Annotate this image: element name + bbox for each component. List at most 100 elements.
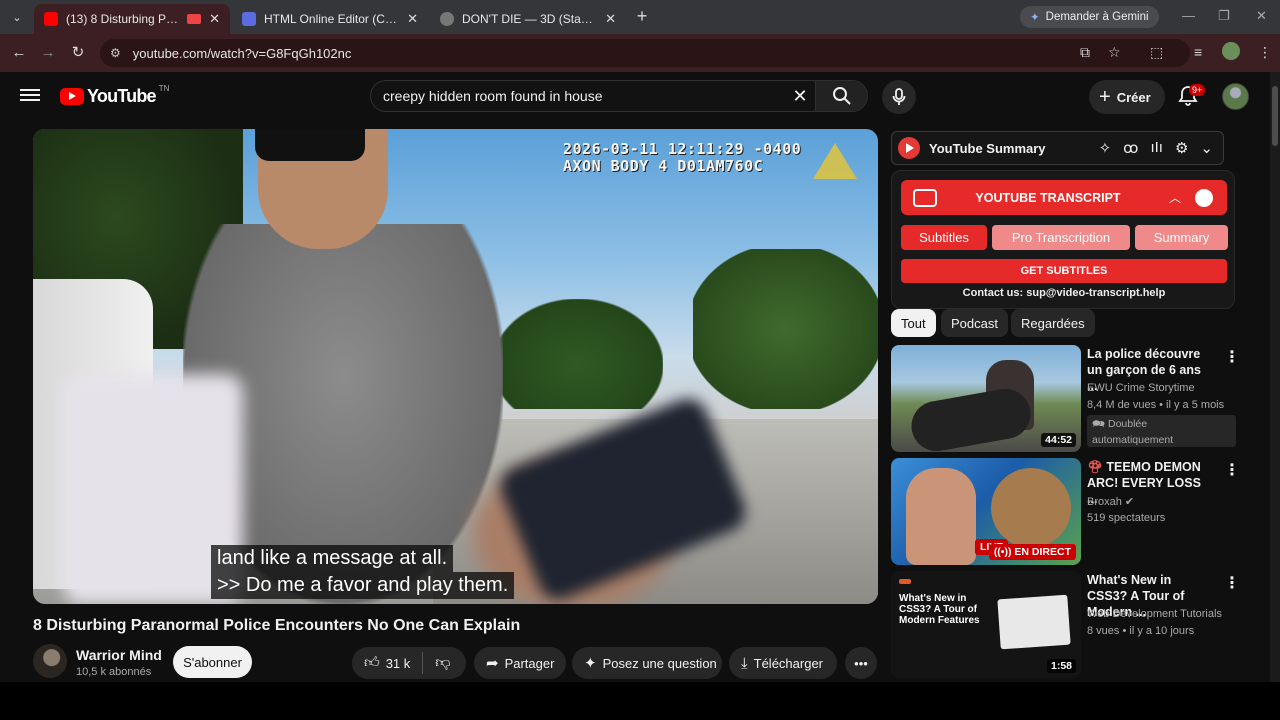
url-field[interactable]: ⚙ youtube.com/watch?v=G8FqGh102nc bbox=[100, 39, 1190, 67]
transcript-title: YOUTUBE TRANSCRIPT bbox=[975, 190, 1121, 205]
video-thumbnail[interactable]: LIVE ((•)) EN DIRECT bbox=[891, 458, 1081, 565]
thumbnail-streamer bbox=[906, 468, 976, 565]
menu-icon[interactable] bbox=[20, 86, 40, 106]
voice-search-button[interactable] bbox=[882, 80, 916, 114]
share-label: Partager bbox=[504, 655, 555, 671]
transcript-header[interactable]: YOUTUBE TRANSCRIPT ︿ bbox=[901, 180, 1227, 215]
like-count[interactable]: 31 k bbox=[386, 656, 411, 671]
download-button[interactable]: ⤓ Télécharger bbox=[729, 647, 837, 679]
video-menu-icon[interactable]: ⋮ bbox=[1224, 460, 1240, 480]
ai-sparkle-icon[interactable]: ✧ bbox=[1099, 139, 1112, 157]
account-avatar[interactable] bbox=[1222, 83, 1249, 110]
channel-name[interactable]: EWU Crime Storytime bbox=[1087, 382, 1195, 394]
tab-subtitles[interactable]: Subtitles bbox=[901, 225, 987, 250]
live-now-badge: ((•)) EN DIRECT bbox=[988, 544, 1076, 560]
thumbnail-code-card bbox=[997, 594, 1071, 650]
channel-name[interactable]: Broxah ✔ bbox=[1087, 495, 1134, 508]
close-tab-icon[interactable]: ✕ bbox=[605, 11, 616, 27]
more-actions-button[interactable]: ••• bbox=[845, 647, 877, 679]
thumbnail-text: What's New in CSS3? A Tour of Modern Fea… bbox=[899, 593, 980, 626]
youtube-logo[interactable]: YouTube TN bbox=[60, 84, 169, 107]
video-frame-tree bbox=[693, 249, 878, 409]
reload-icon[interactable]: ↻ bbox=[68, 43, 88, 63]
youtube-play-icon bbox=[60, 88, 84, 105]
chip-podcast[interactable]: Podcast bbox=[941, 309, 1008, 337]
maximize-icon[interactable]: ❐ bbox=[1218, 8, 1230, 24]
transcript-panel: YOUTUBE TRANSCRIPT ︿ Subtitles Pro Trans… bbox=[891, 170, 1235, 309]
recommended-video[interactable]: LIVE ((•)) EN DIRECT 🍄︎ TEEMO DEMON ARC!… bbox=[891, 458, 1240, 566]
auto-dubbed-badge: 🗪︎ Doublée automatiquement bbox=[1087, 415, 1236, 447]
divider bbox=[422, 652, 424, 674]
channel-avatar[interactable] bbox=[33, 644, 67, 678]
tab-youtube[interactable]: (13) 8 Disturbing Paranorm ✕ bbox=[34, 4, 230, 34]
create-label: Créer bbox=[1116, 89, 1151, 105]
tab-html-editor[interactable]: HTML Online Editor (Compiler, ✕ bbox=[232, 4, 428, 34]
search-input[interactable] bbox=[371, 88, 785, 104]
get-subtitles-button[interactable]: GET SUBTITLES bbox=[901, 259, 1227, 283]
bookmark-star-icon[interactable]: ☆ bbox=[1108, 44, 1121, 61]
site-info-icon[interactable]: ⚙ bbox=[110, 46, 121, 60]
back-icon[interactable]: ← bbox=[9, 43, 29, 63]
extensions-icon[interactable]: ⬚ bbox=[1150, 44, 1163, 61]
media-control-icon[interactable]: ≡ bbox=[1194, 44, 1202, 60]
thumbnail-gloved-hands bbox=[907, 384, 1035, 452]
tab-dont-die[interactable]: DON'T DIE — 3D (Stage 1) ✕ bbox=[430, 4, 626, 34]
close-window-icon[interactable]: ✕ bbox=[1256, 8, 1267, 24]
dislike-icon[interactable]: 👎︎ bbox=[435, 654, 450, 672]
channel-name[interactable]: Web Development Tutorials bbox=[1087, 608, 1222, 620]
chevron-down-icon[interactable]: ⌄ bbox=[1200, 139, 1213, 157]
audio-wave-icon[interactable]: ıIı bbox=[1150, 139, 1163, 157]
install-app-icon[interactable]: ⧉ bbox=[1080, 44, 1090, 61]
caption-line: >> Do me a favor and play them. bbox=[211, 572, 515, 599]
tab-search-icon[interactable]: ⌄ bbox=[6, 7, 28, 27]
settings-gear-icon[interactable]: ⚙ bbox=[1175, 139, 1188, 157]
bottom-bar bbox=[0, 682, 1280, 720]
video-thumbnail[interactable]: 44:52 bbox=[891, 345, 1081, 452]
like-icon[interactable]: 👍︎ bbox=[364, 654, 380, 672]
download-label: Télécharger bbox=[753, 655, 824, 671]
youtube-favicon-icon bbox=[44, 12, 58, 26]
video-menu-icon[interactable]: ⋮ bbox=[1224, 573, 1240, 593]
video-thumbnail[interactable]: What's New in CSS3? A Tour of Modern Fea… bbox=[891, 571, 1081, 678]
axon-logo-icon bbox=[813, 143, 857, 179]
tab-summary[interactable]: Summary bbox=[1135, 225, 1228, 250]
channel-name[interactable]: Warrior Mind bbox=[76, 647, 162, 663]
chip-tout[interactable]: Tout bbox=[891, 309, 936, 337]
ask-question-button[interactable]: ✦ Posez une question bbox=[572, 647, 722, 679]
globe-favicon-icon bbox=[440, 12, 454, 26]
chevron-up-icon[interactable]: ︿ bbox=[1169, 189, 1181, 206]
ask-gemini-button[interactable]: ✦ Demander à Gemini bbox=[1020, 6, 1159, 28]
bodycam-overlay: 2026-03-11 12:11:29 -0400 AXON BODY 4 D0… bbox=[563, 141, 801, 175]
video-menu-icon[interactable]: ⋮ bbox=[1224, 347, 1240, 367]
search-button[interactable] bbox=[815, 81, 867, 111]
profile-avatar[interactable] bbox=[1222, 42, 1240, 60]
video-captions: land like a message at all. >> Do me a f… bbox=[211, 545, 515, 599]
recommended-video[interactable]: 44:52 La police découvre un garçon de 6 … bbox=[891, 345, 1240, 453]
dubbed-label: Doublée automatiquement bbox=[1092, 418, 1174, 446]
glasses-icon[interactable]: ꝏ bbox=[1123, 139, 1138, 157]
close-tab-icon[interactable]: ✕ bbox=[407, 11, 418, 27]
close-tab-icon[interactable]: ✕ bbox=[209, 11, 220, 27]
minimize-icon[interactable]: — bbox=[1182, 8, 1195, 23]
recommended-video[interactable]: What's New in CSS3? A Tour of Modern Fea… bbox=[891, 571, 1240, 679]
user-icon[interactable] bbox=[1195, 188, 1213, 207]
new-tab-button[interactable]: + bbox=[632, 6, 652, 28]
browser-menu-icon[interactable]: ⋮ bbox=[1258, 44, 1272, 61]
verified-icon: ✔ bbox=[1124, 496, 1135, 508]
plus-icon: + bbox=[1099, 85, 1111, 108]
video-player[interactable]: 2026-03-11 12:11:29 -0400 AXON BODY 4 D0… bbox=[33, 129, 878, 604]
chip-regardees[interactable]: Regardées bbox=[1011, 309, 1095, 337]
tab-title: (13) 8 Disturbing Paranorm bbox=[66, 12, 184, 26]
subscriber-count: 10,5 k abonnés bbox=[76, 666, 152, 678]
page-scrollbar[interactable] bbox=[1270, 72, 1280, 682]
youtube-summary-extension: YouTube Summary ✧ ꝏ ıIı ⚙ ⌄ bbox=[891, 131, 1224, 165]
tab-pro-transcription[interactable]: Pro Transcription bbox=[992, 225, 1130, 250]
share-button[interactable]: ➦ Partager bbox=[474, 647, 566, 679]
scrollbar-thumb[interactable] bbox=[1272, 86, 1278, 146]
summary-title: YouTube Summary bbox=[929, 140, 1046, 156]
subscribe-button[interactable]: S'abonner bbox=[173, 646, 252, 678]
clear-search-icon[interactable]: ✕ bbox=[785, 86, 815, 107]
gemini-icon: ✦ bbox=[1030, 12, 1040, 24]
create-button[interactable]: + Créer bbox=[1089, 80, 1165, 114]
forward-icon[interactable]: → bbox=[38, 43, 58, 63]
